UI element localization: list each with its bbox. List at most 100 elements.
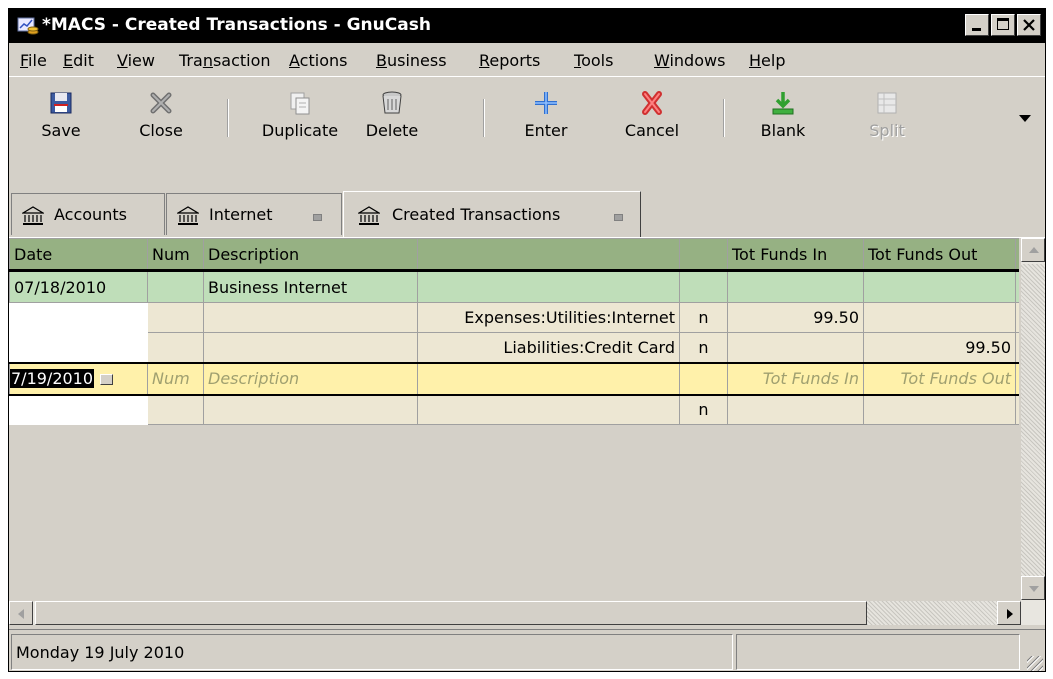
blank-transaction-icon (772, 92, 794, 115)
header-funds-in[interactable]: Tot Funds In (727, 238, 864, 272)
funds-out-field[interactable]: Tot Funds Out (863, 361, 1016, 396)
split-row[interactable]: Expenses:Utilities:Internet n 99.50 (9, 302, 1019, 333)
new-split-row[interactable]: n (9, 394, 1019, 425)
transaction-row[interactable]: 07/18/2010 Business Internet (9, 270, 1019, 303)
bank-icon (177, 206, 199, 225)
gnucash-window: *MACS - Created Transactions - GnuCash F… (8, 8, 1046, 672)
menu-tools[interactable]: Tools (574, 51, 613, 70)
header-reconcile[interactable] (679, 238, 728, 272)
status-panel-main: Monday 19 July 2010 (11, 634, 733, 670)
menu-edit[interactable]: Edit (63, 51, 94, 70)
menu-file[interactable]: File (20, 51, 47, 70)
menu-bar: File Edit View Transaction Actions Busin… (9, 43, 1045, 75)
register-header-row: Date Num Description Tot Funds In Tot Fu… (9, 238, 1019, 272)
menu-transaction[interactable]: Transaction (179, 51, 271, 70)
txn-num[interactable] (147, 270, 204, 303)
tab-created-transactions[interactable]: Created Transactions (343, 191, 641, 237)
vertical-scroll-track[interactable] (1021, 264, 1045, 576)
txn-description[interactable]: Business Internet (203, 270, 418, 303)
scroll-right-button[interactable] (997, 601, 1021, 625)
arrow-right-icon (1007, 609, 1013, 619)
menu-actions[interactable]: Actions (289, 51, 347, 70)
split-funds-in[interactable]: 99.50 (727, 302, 864, 333)
menu-reports[interactable]: Reports (479, 51, 540, 70)
arrow-left-icon (18, 609, 24, 619)
blank-button[interactable]: Blank (751, 89, 815, 185)
gnucash-app-icon (17, 17, 39, 35)
cancel-x-icon (642, 91, 662, 115)
cancel-button[interactable]: Cancel (617, 89, 687, 185)
close-window-button[interactable] (1017, 14, 1041, 36)
date-picker-button[interactable] (100, 374, 114, 385)
toolbar-separator (723, 99, 725, 137)
num-field[interactable]: Num (147, 361, 204, 396)
header-date[interactable]: Date (9, 238, 148, 272)
tab-accounts[interactable]: Accounts (11, 193, 165, 235)
date-field[interactable]: 7/19/2010 (9, 361, 148, 396)
split-reconcile[interactable]: n (679, 302, 728, 333)
menu-windows[interactable]: Windows (654, 51, 725, 70)
split-account[interactable]: Liabilities:Credit Card (417, 332, 680, 363)
transaction-register: Date Num Description Tot Funds In Tot Fu… (9, 238, 1019, 601)
menu-business[interactable]: Business (376, 51, 447, 70)
maximize-icon (997, 18, 1009, 30)
toolbar-separator (483, 99, 485, 137)
close-icon (1023, 19, 1035, 31)
window-title: *MACS - Created Transactions - GnuCash (42, 15, 431, 35)
status-bar: Monday 19 July 2010 (9, 629, 1045, 671)
close-x-icon (150, 92, 172, 114)
description-field[interactable]: Description (203, 361, 418, 396)
split-reconcile[interactable]: n (679, 394, 728, 425)
save-button[interactable]: Save (31, 89, 91, 185)
bank-icon (22, 206, 44, 225)
toolbar: Save Close Duplicate Delete Enter Cancel… (9, 76, 1045, 193)
trash-icon (382, 91, 402, 114)
vertical-scrollbar[interactable] (1021, 238, 1045, 601)
scroll-left-button[interactable] (9, 601, 33, 625)
split-reconcile[interactable]: n (679, 332, 728, 363)
split-button[interactable]: Split (859, 89, 915, 185)
header-funds-out[interactable]: Tot Funds Out (863, 238, 1016, 272)
duplicate-button[interactable]: Duplicate (255, 89, 345, 185)
close-button[interactable]: Close (129, 89, 193, 185)
split-row[interactable]: Liabilities:Credit Card n 99.50 (9, 332, 1019, 363)
txn-date[interactable]: 07/18/2010 (9, 270, 148, 303)
txn-funds-out[interactable] (863, 270, 1016, 303)
plus-icon (535, 92, 557, 114)
minimize-icon (972, 28, 981, 31)
header-description[interactable]: Description (203, 238, 418, 272)
notebook-tabs: Accounts Internet Created Transactions (9, 191, 1045, 238)
menu-help[interactable]: Help (749, 51, 785, 70)
delete-button[interactable]: Delete (359, 89, 425, 185)
status-text: Monday 19 July 2010 (16, 643, 185, 662)
bank-icon (358, 206, 380, 225)
arrow-down-icon (1029, 586, 1039, 592)
status-panel-secondary (736, 634, 1020, 670)
scroll-down-button[interactable] (1021, 576, 1045, 600)
scroll-up-button[interactable] (1021, 238, 1045, 262)
new-transaction-row[interactable]: 7/19/2010 Num Description Tot Funds In T… (9, 361, 1019, 396)
txn-funds-in[interactable] (727, 270, 864, 303)
minimize-button[interactable] (965, 14, 989, 36)
close-tab-icon[interactable] (614, 214, 623, 221)
title-bar[interactable]: *MACS - Created Transactions - GnuCash (9, 9, 1045, 43)
resize-grip-icon[interactable] (1027, 656, 1043, 671)
enter-button[interactable]: Enter (511, 89, 581, 185)
maximize-button[interactable] (991, 14, 1015, 36)
horizontal-scroll-thumb[interactable] (35, 601, 867, 625)
header-transfer[interactable] (417, 238, 680, 272)
header-num[interactable]: Num (147, 238, 204, 272)
close-tab-icon[interactable] (313, 214, 322, 221)
split-funds-out[interactable] (863, 302, 1016, 333)
date-input-value[interactable]: 7/19/2010 (10, 369, 95, 388)
funds-in-field[interactable]: Tot Funds In (727, 361, 864, 396)
split-account[interactable]: Expenses:Utilities:Internet (417, 302, 680, 333)
horizontal-scrollbar[interactable] (9, 601, 1045, 625)
toolbar-overflow-arrow-icon[interactable] (1019, 115, 1031, 122)
horizontal-scroll-track[interactable] (867, 601, 997, 625)
split-funds-out[interactable]: 99.50 (863, 332, 1016, 363)
tab-internet[interactable]: Internet (166, 193, 342, 235)
split-funds-in[interactable] (727, 332, 864, 363)
menu-view[interactable]: View (117, 51, 155, 70)
toolbar-separator (227, 99, 229, 137)
